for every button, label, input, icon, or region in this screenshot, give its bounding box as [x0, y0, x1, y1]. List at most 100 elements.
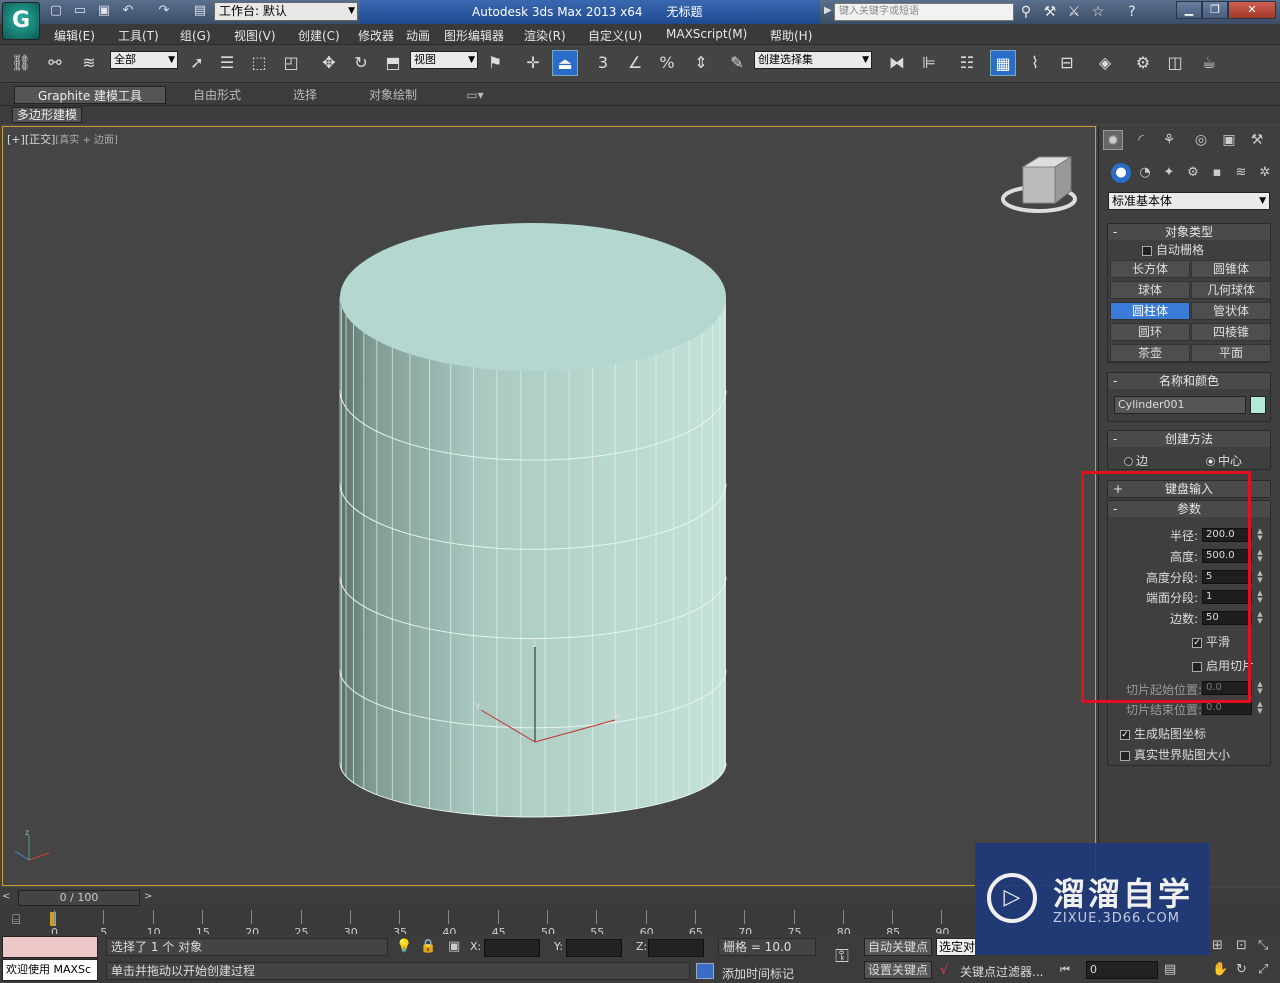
cone-button[interactable]: 圆锥体	[1191, 260, 1271, 278]
radius-spinner-icon[interactable]: ▲ ▼	[1256, 528, 1264, 542]
motion-tab-icon[interactable]: ◎	[1191, 130, 1211, 150]
z-coord-input[interactable]	[648, 939, 704, 957]
restore-button[interactable]: ❐	[1202, 1, 1228, 19]
display-tab-icon[interactable]: ▣	[1219, 130, 1239, 150]
unlink-icon[interactable]: ⚯	[42, 50, 68, 76]
cylinder-button[interactable]: 圆柱体	[1110, 302, 1190, 320]
slice-to-field[interactable]: 0.0	[1202, 701, 1252, 715]
zoom-region-icon[interactable]: ⊡	[1236, 938, 1247, 953]
current-frame-marker[interactable]	[50, 912, 56, 926]
name-color-header[interactable]: - 名称和颜色	[1108, 373, 1270, 389]
time-config-icon[interactable]: ▤	[1164, 962, 1176, 977]
zoom-extents-all-icon[interactable]: ⊞	[1212, 938, 1223, 953]
tab-selection[interactable]: 选择	[266, 86, 344, 104]
maxscript-listener-pink[interactable]	[2, 936, 98, 958]
go-to-start-icon[interactable]: ⏮	[1060, 963, 1070, 977]
subscription-icon[interactable]: ⚔	[1064, 3, 1084, 21]
polygon-modeling-button[interactable]: 多边形建模	[12, 107, 83, 123]
communication-center-icon[interactable]: ⚒	[1040, 3, 1060, 21]
chevron-right-icon[interactable]: ▶	[824, 5, 832, 16]
select-manipulate-icon[interactable]: ✛	[520, 50, 546, 76]
menu-graph-editors[interactable]: 图形编辑器	[444, 27, 504, 44]
method-center-radio[interactable]: 中心	[1206, 452, 1242, 469]
menu-tools[interactable]: 工具(T)	[118, 27, 159, 44]
tab-object-paint[interactable]: 对象绘制	[354, 86, 432, 104]
set-key-button[interactable]: 设置关键点	[864, 961, 932, 979]
workspace-dropdown[interactable]: 工作台: 默认 ▼	[214, 2, 358, 21]
help-icon[interactable]: ?	[1122, 3, 1142, 21]
utilities-tab-icon[interactable]: ⚒	[1247, 130, 1267, 150]
percent-snap-icon[interactable]: %	[654, 50, 680, 76]
lights-icon[interactable]: ✦	[1159, 163, 1179, 183]
minimize-button[interactable]: ▁	[1176, 1, 1202, 19]
angle-snap-icon[interactable]: ∠	[622, 50, 648, 76]
helpers-icon[interactable]: ▪	[1207, 163, 1227, 183]
window-crossing-icon[interactable]: ◰	[278, 50, 304, 76]
viewcube-icon[interactable]	[1001, 156, 1077, 213]
redo-icon[interactable]: ↷	[156, 3, 172, 19]
sides-spinner-icon[interactable]: ▲ ▼	[1256, 611, 1264, 625]
geosphere-button[interactable]: 几何球体	[1191, 281, 1271, 299]
cylinder-object[interactable]	[339, 223, 727, 818]
pyramid-button[interactable]: 四棱锥	[1191, 323, 1271, 341]
ribbon-options-icon[interactable]: ▭▾	[460, 86, 490, 104]
snaps-toggle-icon[interactable]: 3	[590, 50, 616, 76]
selection-filter-dropdown[interactable]: 全部 ▼	[110, 51, 178, 69]
systems-icon[interactable]: ✲	[1255, 163, 1275, 183]
rendered-frame-window-icon[interactable]: ◫	[1162, 50, 1188, 76]
isolate-selection-icon[interactable]: 💡	[396, 939, 412, 954]
menu-animation[interactable]: 动画	[406, 27, 430, 44]
plane-button[interactable]: 平面	[1191, 344, 1271, 362]
new-file-icon[interactable]: ▢	[48, 3, 64, 19]
height-segments-spinner-icon[interactable]: ▲ ▼	[1256, 570, 1264, 584]
edit-named-selection-icon[interactable]: ✎	[724, 50, 750, 76]
menu-edit[interactable]: 编辑(E)	[54, 27, 95, 44]
time-prev-icon[interactable]: <	[2, 891, 10, 902]
orbit-icon[interactable]: ↻	[1236, 962, 1247, 977]
mirror-icon[interactable]: ⧓	[884, 50, 910, 76]
save-icon[interactable]: ▣	[96, 3, 112, 19]
menu-modifiers[interactable]: 修改器	[358, 27, 394, 44]
add-time-tag[interactable]: 添加时间标记	[722, 965, 794, 982]
real-world-map-checkbox[interactable]: 真实世界贴图大小	[1120, 746, 1230, 763]
rotate-icon[interactable]: ↻	[348, 50, 374, 76]
named-selection-dropdown[interactable]: 创建选择集 ▼	[754, 51, 872, 69]
align-icon[interactable]: ⊫	[916, 50, 942, 76]
schematic-view-icon[interactable]: ⊟	[1054, 50, 1080, 76]
pivot-center-icon[interactable]: ⚑	[482, 50, 508, 76]
object-type-header[interactable]: - 对象类型	[1108, 224, 1270, 240]
selection-lock-icon[interactable]: 🔒	[420, 939, 436, 954]
menu-rendering[interactable]: 渲染(R)	[524, 27, 566, 44]
menu-customize[interactable]: 自定义(U)	[588, 27, 642, 44]
bind-space-warp-icon[interactable]: ≋	[76, 50, 102, 76]
perspective-viewport[interactable]: [+][正交][真实 + 边面] z x y z	[2, 126, 1096, 886]
undo-icon[interactable]: ↶	[120, 3, 136, 19]
key-mode-dropdown[interactable]: 选定对	[936, 938, 976, 956]
category-dropdown[interactable]: 标准基本体 ▼	[1108, 192, 1270, 210]
pan-hand-icon[interactable]: ✋	[1212, 962, 1228, 977]
keyboard-shortcut-override-icon[interactable]: ⏏	[552, 50, 578, 76]
hierarchy-tab-icon[interactable]: ⚘	[1159, 130, 1179, 150]
current-frame-field[interactable]: 0	[1086, 961, 1158, 979]
app-logo[interactable]: G	[2, 2, 40, 40]
rectangular-selection-icon[interactable]: ⬚	[246, 50, 272, 76]
move-icon[interactable]: ✥	[316, 50, 342, 76]
cameras-icon[interactable]: ⚙	[1183, 163, 1203, 183]
open-file-icon[interactable]: ▭	[72, 3, 88, 19]
teapot-button[interactable]: 茶壶	[1110, 344, 1190, 362]
scale-icon[interactable]: ⬒	[380, 50, 406, 76]
object-color-swatch[interactable]	[1250, 396, 1266, 414]
box-button[interactable]: 长方体	[1110, 260, 1190, 278]
maxscript-listener-white[interactable]: 欢迎使用 MAXSc	[2, 959, 98, 981]
link-icon[interactable]: ⛓	[8, 50, 34, 76]
material-editor-icon[interactable]: ◈	[1092, 50, 1118, 76]
render-setup-icon[interactable]: ⚙	[1130, 50, 1156, 76]
menu-views[interactable]: 视图(V)	[234, 27, 276, 44]
tube-button[interactable]: 管状体	[1191, 302, 1271, 320]
shapes-icon[interactable]: ◔	[1135, 163, 1155, 183]
spinner-snap-icon[interactable]: ⇕	[688, 50, 714, 76]
modify-tab-icon[interactable]: ◜	[1131, 130, 1151, 150]
select-by-name-icon[interactable]: ☰	[214, 50, 240, 76]
binoculars-icon[interactable]: ⚲	[1016, 3, 1036, 21]
creation-method-header[interactable]: - 创建方法	[1108, 431, 1270, 447]
